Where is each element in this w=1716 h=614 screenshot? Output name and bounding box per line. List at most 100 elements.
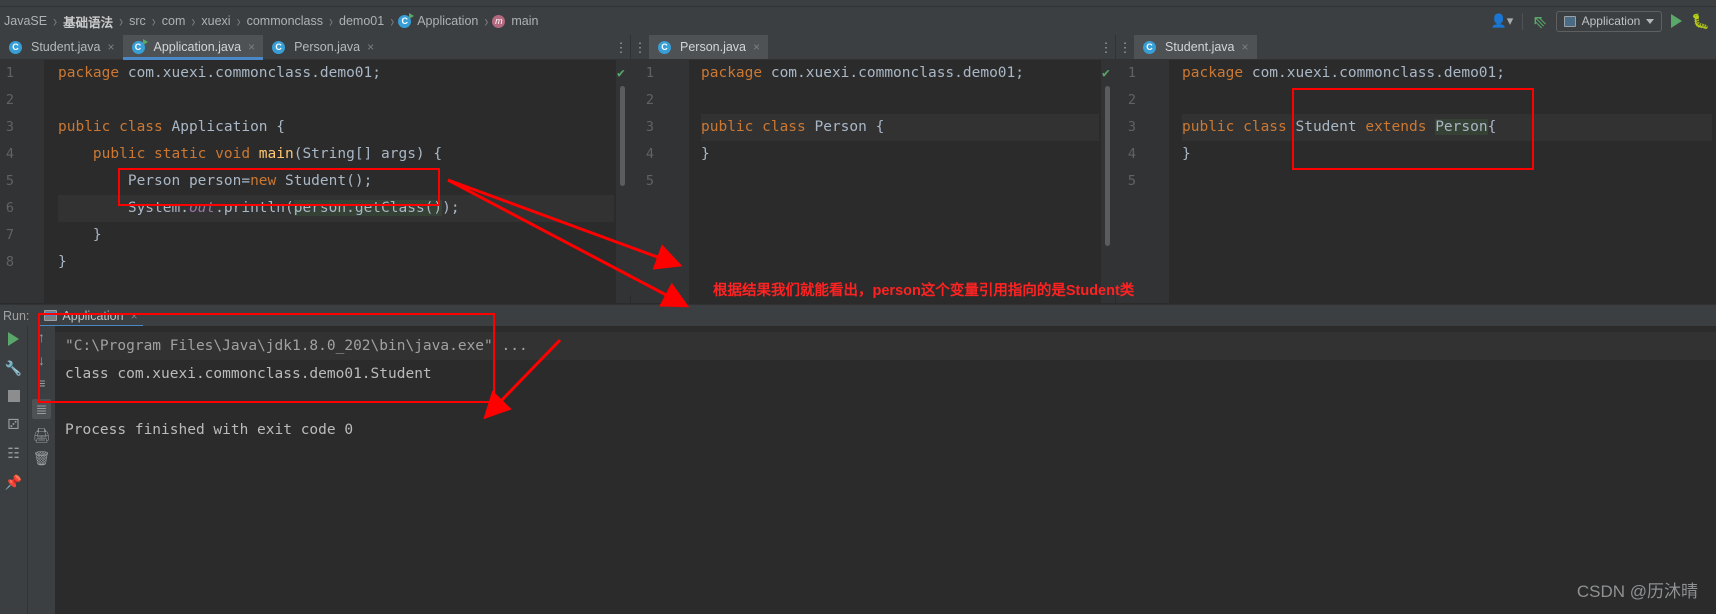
dots-vertical-icon: ⋮ <box>1099 39 1113 55</box>
breadcrumb-separator: › <box>484 11 489 31</box>
scroll-up-icon[interactable]: ↑ <box>38 330 45 344</box>
breadcrumb-item-javase[interactable]: JavaSE <box>2 14 49 28</box>
scroll-to-end-icon[interactable]: ≣ <box>31 399 52 419</box>
breadcrumb-item-com[interactable]: com <box>160 14 188 28</box>
line-number: 2 <box>645 92 654 108</box>
layout-icon[interactable]: ☷ <box>7 446 20 460</box>
editor-code-middle[interactable]: package com.xuexi.commonclass.demo01; pu… <box>701 60 1099 303</box>
csdn-watermark: CSDN @历沐晴 <box>1576 582 1698 601</box>
stop-icon[interactable] <box>7 390 20 402</box>
rerun-play-icon[interactable] <box>8 332 19 346</box>
code-line-6: System.out.println(person.getClass()); <box>58 195 614 222</box>
debug-bug-icon[interactable]: 🐛 <box>1691 14 1710 29</box>
run-console-output[interactable]: "C:\Program Files\Java\jdk1.8.0_202\bin\… <box>55 326 1716 614</box>
tab-application-java[interactable]: C Application.java × <box>122 35 264 60</box>
console-line-command: "C:\Program Files\Java\jdk1.8.0_202\bin\… <box>55 332 1716 360</box>
line-number: 1 <box>645 65 654 81</box>
print-icon[interactable]: 🖨 <box>33 428 51 442</box>
tab-label: Application.java <box>153 40 242 54</box>
close-icon[interactable]: × <box>248 40 255 54</box>
run-tab-application[interactable]: Application × <box>37 305 144 327</box>
line-number: 6 <box>5 200 14 216</box>
breadcrumb-item-demo01[interactable]: demo01 <box>337 14 386 28</box>
run-config-icon <box>1563 15 1576 27</box>
run-tool-rail: ↑ ↓ ≡ ≣ 🖨 🗑 <box>27 326 55 614</box>
breadcrumb-item-main[interactable]: m main <box>492 14 540 28</box>
breadcrumb-item-application[interactable]: C Application <box>398 12 480 28</box>
tab-options-menu-right[interactable]: ⋮ <box>1116 35 1134 59</box>
editor-tabbar-left: C Student.java × C Application.java × C … <box>0 35 630 60</box>
run-play-icon[interactable] <box>1671 14 1683 28</box>
tab-person-java-left[interactable]: C Person.java × <box>263 35 382 59</box>
update-arrow-icon[interactable]: ⤊ <box>1528 10 1552 34</box>
editor-pane-student[interactable]: 1 2 3 4 5 package com.xuexi.commonclass.… <box>1116 60 1716 303</box>
soft-wrap-icon[interactable]: ≡ <box>37 376 45 390</box>
breadcrumb-bar: JavaSE › 基础语法 › src › com › xuexi › comm… <box>0 7 1716 35</box>
breadcrumb-item-src[interactable]: src <box>127 14 148 28</box>
method-icon: m <box>492 14 506 28</box>
breadcrumb-label: src <box>129 14 146 28</box>
line-number: 1 <box>1127 65 1136 81</box>
line-number: 7 <box>5 227 14 243</box>
tab-student-java-left[interactable]: C Student.java × <box>0 35 123 59</box>
code-line-7: } <box>58 227 102 243</box>
breadcrumb-separator: › <box>236 11 241 31</box>
editor-tabbar-middle: ⋮ C Person.java × ⋮ <box>631 35 1115 60</box>
tab-label: Person.java <box>680 40 747 54</box>
tab-person-java[interactable]: C Person.java × <box>649 35 769 59</box>
tab-options-menu-middle[interactable]: ⋮ <box>631 35 649 59</box>
editor-scrollbar-left[interactable] <box>620 86 625 186</box>
tab-label: Person.java <box>294 40 361 54</box>
run-config-label: Application <box>1581 14 1641 28</box>
people-icon[interactable]: 👤▾ <box>1491 13 1514 29</box>
line-number: 3 <box>5 119 14 135</box>
editor-gutter-left[interactable]: 1 2 3 4 5 6 7 8 <box>0 60 44 303</box>
close-icon[interactable]: × <box>367 40 374 54</box>
breadcrumb-item-xuexi[interactable]: xuexi <box>199 14 232 28</box>
class-runnable-icon: C <box>398 12 415 28</box>
tab-options-menu-left[interactable]: ⋮ <box>612 35 630 59</box>
breadcrumb-label: xuexi <box>201 14 231 28</box>
editor-pane-application[interactable]: 1 2 3 4 5 6 7 8 package com.xuexi.common… <box>0 60 630 303</box>
editor-tabbar-right: ⋮ C Student.java × <box>1116 35 1716 60</box>
editor-pane-person[interactable]: 1 2 3 4 5 package com.xuexi.commonclass.… <box>631 60 1115 303</box>
code-line-1: package com.xuexi.commonclass.demo01; <box>58 65 382 81</box>
tab-options-menu-middle-right[interactable]: ⋮ <box>1097 35 1115 59</box>
inspection-strip-left[interactable]: ✔ <box>616 60 630 303</box>
idea-window: JavaSE › 基础语法 › src › com › xuexi › comm… <box>0 0 1716 614</box>
close-icon[interactable]: × <box>1242 40 1249 54</box>
java-class-runnable-icon: C <box>131 38 148 54</box>
breadcrumb-item-commonclass[interactable]: commonclass <box>245 14 325 28</box>
tab-student-java[interactable]: C Student.java × <box>1134 35 1257 59</box>
clear-all-icon[interactable]: 🗑 <box>33 451 51 465</box>
breadcrumb-label: demo01 <box>339 14 385 28</box>
inspection-strip-middle[interactable]: ✔ <box>1101 60 1115 303</box>
close-icon[interactable]: × <box>131 309 138 323</box>
editor-scrollbar-middle[interactable] <box>1105 86 1110 246</box>
breadcrumb-separator: › <box>151 11 156 31</box>
run-configuration-selector[interactable]: Application <box>1555 10 1663 32</box>
editor-gutter-middle[interactable]: 1 2 3 4 5 <box>631 60 689 303</box>
coverage-icon[interactable]: ⚂ <box>7 417 19 431</box>
breadcrumb-item-module[interactable]: 基础语法 <box>61 12 115 31</box>
inspection-ok-icon: ✔ <box>617 66 625 81</box>
close-icon[interactable]: × <box>753 40 760 54</box>
editor-code-left[interactable]: package com.xuexi.commonclass.demo01; pu… <box>58 60 614 303</box>
tab-label: Student.java <box>1165 40 1235 54</box>
console-line-exit: Process finished with exit code 0 <box>65 422 354 438</box>
inspection-ok-icon: ✔ <box>1102 66 1110 81</box>
line-number: 3 <box>1127 119 1136 135</box>
pin-icon[interactable]: 📌 <box>5 475 22 489</box>
run-config-icon <box>44 310 58 321</box>
settings-wrench-icon[interactable]: 🔧 <box>5 361 22 375</box>
line-number: 5 <box>1127 173 1136 189</box>
close-icon[interactable]: × <box>108 40 115 54</box>
editor-gutter-right[interactable]: 1 2 3 4 5 <box>1116 60 1169 303</box>
breadcrumb-separator: › <box>191 11 196 31</box>
editor-code-right[interactable]: package com.xuexi.commonclass.demo01; pu… <box>1182 60 1712 303</box>
scroll-down-icon[interactable]: ↓ <box>38 353 45 367</box>
